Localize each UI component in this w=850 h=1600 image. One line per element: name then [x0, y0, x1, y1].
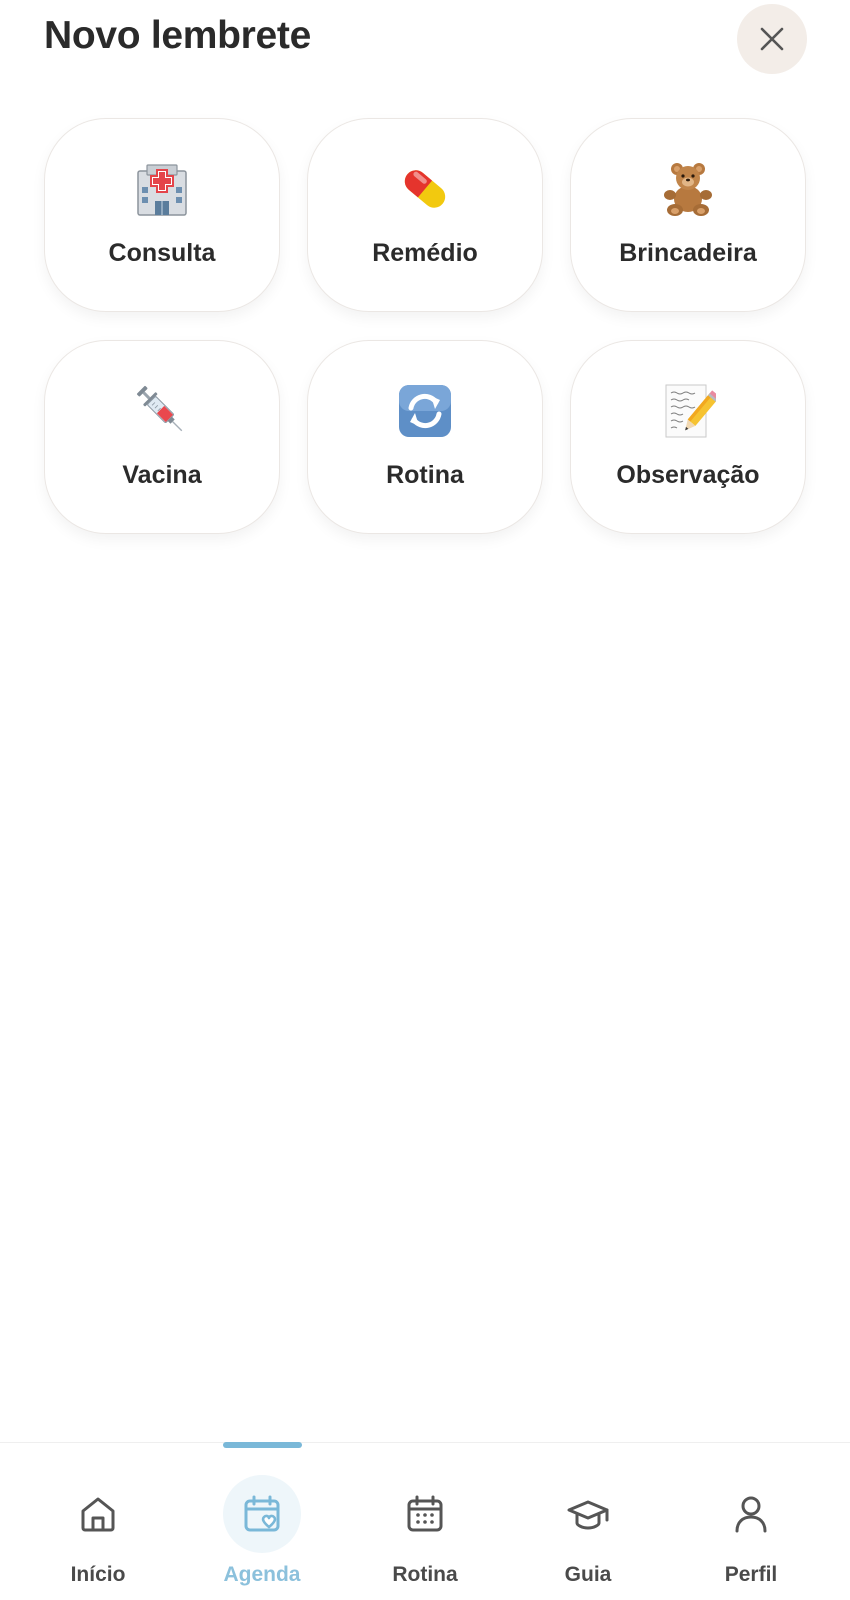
option-rotina[interactable]: Rotina [307, 340, 543, 534]
option-label: Rotina [386, 461, 464, 489]
option-vacina[interactable]: Vacina [44, 340, 280, 534]
option-label: Consulta [108, 239, 216, 267]
tab-label: Guia [564, 1563, 612, 1586]
calendar-grid-icon [407, 1495, 443, 1532]
user-icon [735, 1496, 767, 1533]
tab-rotina[interactable]: Rotina [340, 1443, 510, 1600]
option-label: Remédio [372, 239, 478, 267]
tab-icon-container [549, 1475, 627, 1553]
tab-icon-container [223, 1475, 301, 1553]
syringe-icon [134, 383, 190, 439]
pill-icon [397, 161, 453, 217]
tab-icon-container [712, 1475, 790, 1553]
new-reminder-screen: Novo lembrete Consulta Remédio Brincadei… [0, 0, 850, 1600]
bottom-tab-bar: Início Agenda Rotina Guia Perfil [0, 1442, 850, 1600]
reminder-type-grid: Consulta Remédio Brincadeira Vacina Roti… [44, 118, 806, 534]
teddy-bear-icon [660, 161, 716, 217]
tab-agenda[interactable]: Agenda [177, 1443, 347, 1600]
repeat-icon [397, 383, 453, 439]
option-label: Observação [616, 461, 760, 489]
tab-icon-container [59, 1475, 137, 1553]
option-observacao[interactable]: Observação [570, 340, 806, 534]
header: Novo lembrete [0, 0, 850, 80]
option-label: Vacina [122, 461, 202, 489]
option-label: Brincadeira [619, 239, 757, 267]
option-brincadeira[interactable]: Brincadeira [570, 118, 806, 312]
tab-label: Início [70, 1563, 126, 1586]
option-remedio[interactable]: Remédio [307, 118, 543, 312]
tab-icon-container [386, 1475, 464, 1553]
page-title: Novo lembrete [44, 14, 312, 57]
close-icon [760, 27, 784, 51]
memo-icon [660, 383, 716, 439]
hospital-icon [134, 161, 190, 217]
option-consulta[interactable]: Consulta [44, 118, 280, 312]
home-icon [81, 1497, 115, 1532]
tab-label: Perfil [724, 1563, 778, 1586]
calendar-heart-icon [244, 1495, 280, 1532]
tab-perfil[interactable]: Perfil [666, 1443, 836, 1600]
active-tab-indicator [223, 1442, 302, 1448]
tab-guia[interactable]: Guia [503, 1443, 673, 1600]
tab-label: Agenda [223, 1563, 301, 1586]
tab-inicio[interactable]: Início [13, 1443, 183, 1600]
close-button[interactable] [737, 4, 807, 74]
graduation-cap-icon [567, 1500, 609, 1530]
tab-label: Rotina [392, 1563, 458, 1586]
